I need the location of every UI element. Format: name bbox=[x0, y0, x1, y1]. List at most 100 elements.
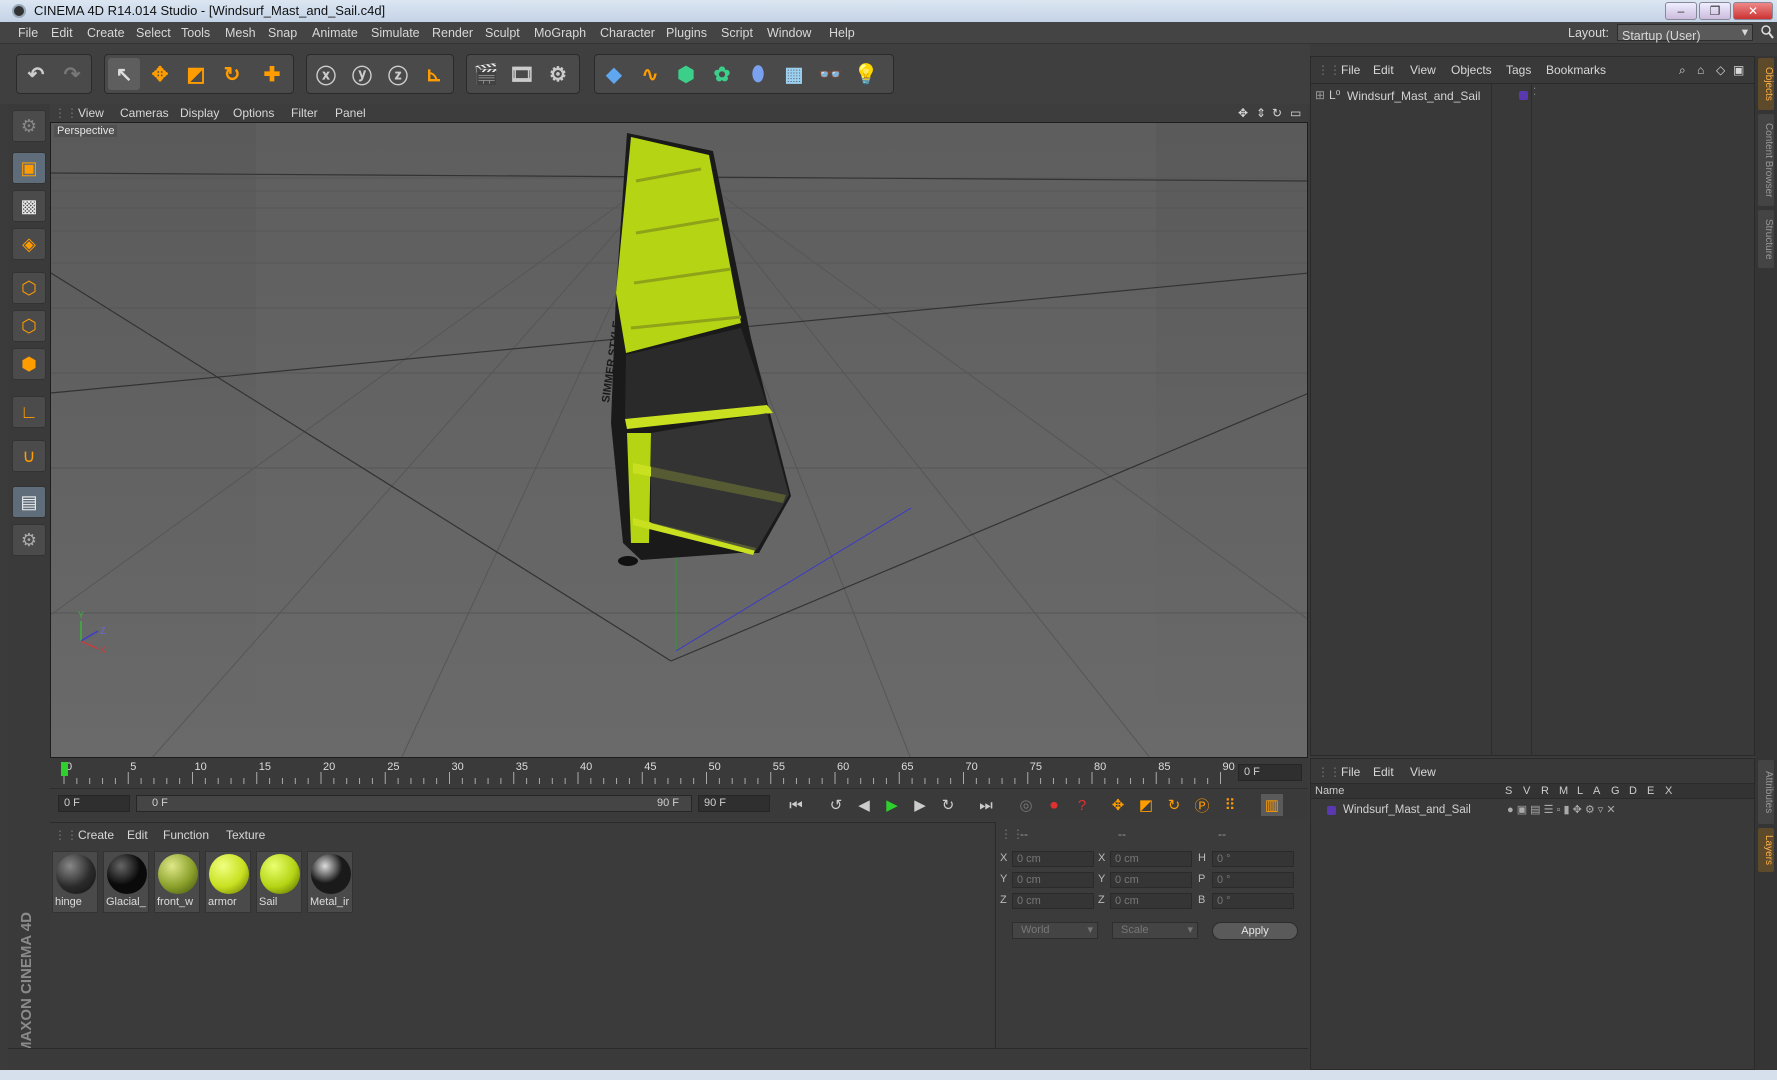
object-menu-view[interactable]: View bbox=[1410, 63, 1436, 77]
menu-mesh[interactable]: Mesh bbox=[225, 26, 256, 40]
size-y-field[interactable]: 0 cm bbox=[1110, 872, 1192, 888]
menu-character[interactable]: Character bbox=[600, 26, 655, 40]
size-z-field[interactable]: 0 cm bbox=[1110, 893, 1192, 909]
workplane-mode-icon[interactable]: ◈ bbox=[12, 228, 46, 260]
restore-button[interactable]: ❐ bbox=[1699, 2, 1731, 20]
material-menu-texture[interactable]: Texture bbox=[226, 828, 265, 842]
polygons-mode-icon[interactable]: ⬢ bbox=[12, 348, 46, 380]
menu-script[interactable]: Script bbox=[721, 26, 753, 40]
menu-tools[interactable]: Tools bbox=[181, 26, 210, 40]
move-icon[interactable]: ✥ bbox=[144, 58, 176, 90]
camera-icon[interactable]: 👓 bbox=[814, 58, 846, 90]
search-icon[interactable]: ⌕ bbox=[1679, 63, 1686, 78]
object-name[interactable]: Windsurf_Mast_and_Sail bbox=[1347, 89, 1480, 103]
menu-create[interactable]: Create bbox=[87, 26, 125, 40]
menu-simulate[interactable]: Simulate bbox=[371, 26, 420, 40]
x-axis-icon[interactable]: ⓧ bbox=[310, 58, 342, 90]
material-swatch[interactable]: front_w bbox=[154, 851, 200, 913]
object-menu-objects[interactable]: Objects bbox=[1451, 63, 1492, 77]
rot-b-field[interactable]: 0 ° bbox=[1212, 893, 1294, 909]
subdivision-surface-icon[interactable]: ⬢ bbox=[670, 58, 702, 90]
pan-view-icon[interactable]: ✥ bbox=[1238, 106, 1248, 120]
layer-menu-edit[interactable]: Edit bbox=[1373, 765, 1394, 779]
keyframe-selection-icon[interactable]: ? bbox=[1071, 794, 1093, 816]
menu-animate[interactable]: Animate bbox=[312, 26, 358, 40]
layer-color-swatch[interactable] bbox=[1327, 806, 1336, 815]
frame-range-slider[interactable]: 0 F 90 F bbox=[136, 795, 692, 812]
snapping-icon[interactable]: ∪ bbox=[12, 440, 46, 472]
go-to-end-icon[interactable]: ⏭ bbox=[975, 794, 997, 816]
model-mode-icon[interactable]: ▣ bbox=[12, 152, 46, 184]
render-picture-viewer-icon[interactable]: 🎞 bbox=[506, 58, 538, 90]
pos-z-field[interactable]: 0 cm bbox=[1012, 893, 1094, 909]
go-to-next-key-icon[interactable]: ↻ bbox=[937, 794, 959, 816]
tab-structure[interactable]: Structure bbox=[1758, 210, 1774, 268]
redo-icon[interactable]: ↷ bbox=[56, 58, 88, 90]
layer-row[interactable]: Windsurf_Mast_and_Sail ● ▣ ▤ ☰ ▫ ▮ ✥ ⚙ ▿… bbox=[1315, 803, 1745, 819]
menu-mograph[interactable]: MoGraph bbox=[534, 26, 586, 40]
go-to-previous-key-icon[interactable]: ↺ bbox=[825, 794, 847, 816]
material-menu-edit[interactable]: Edit bbox=[127, 828, 148, 842]
perspective-viewport[interactable]: SIMMER STYLE Y Z X Perspective bbox=[50, 122, 1308, 758]
tab-content-browser[interactable]: Content Browser bbox=[1758, 114, 1774, 206]
object-menu-file[interactable]: File bbox=[1341, 63, 1360, 77]
home-icon[interactable]: ⌂ bbox=[1697, 63, 1704, 77]
material-swatch[interactable]: Metal_ir bbox=[307, 851, 353, 913]
viewport-menu-display[interactable]: Display bbox=[180, 106, 219, 120]
close-button[interactable]: ✕ bbox=[1733, 2, 1773, 20]
viewport-menu-filter[interactable]: Filter bbox=[291, 106, 318, 120]
timeline-ruler[interactable]: 0 5 10 15 20 25 30 35 40 45 50 55 60 65 70 75 80 85 90 0 F bbox=[50, 758, 1308, 788]
menu-window[interactable]: Window bbox=[767, 26, 811, 40]
material-swatch[interactable]: armor bbox=[205, 851, 251, 913]
expand-icon[interactable]: ⊞ bbox=[1315, 88, 1325, 102]
axis-mode-icon[interactable]: ∟ bbox=[12, 396, 46, 428]
layout-dropdown[interactable]: Startup (User) ▾ bbox=[1617, 24, 1753, 43]
material-swatch[interactable]: hinge bbox=[52, 851, 98, 913]
viewport-camera-label[interactable]: Perspective bbox=[54, 125, 118, 137]
pos-x-field[interactable]: 0 cm bbox=[1012, 851, 1094, 867]
layer-menu-file[interactable]: File bbox=[1341, 765, 1360, 779]
material-swatch[interactable]: Glacial_ bbox=[103, 851, 149, 913]
texture-mode-icon[interactable]: ▩ bbox=[12, 190, 46, 222]
go-to-start-icon[interactable]: ⏮ bbox=[785, 794, 807, 816]
menu-plugins[interactable]: Plugins bbox=[666, 26, 707, 40]
pos-y-field[interactable]: 0 cm bbox=[1012, 872, 1094, 888]
y-axis-icon[interactable]: ⓨ bbox=[346, 58, 378, 90]
layer-menu-view[interactable]: View bbox=[1410, 765, 1436, 779]
material-swatch[interactable]: Sail bbox=[256, 851, 302, 913]
rotate-view-icon[interactable]: ↻ bbox=[1272, 106, 1282, 120]
object-menu-tags[interactable]: Tags bbox=[1506, 63, 1531, 77]
cube-primitive-icon[interactable]: ◆ bbox=[598, 58, 630, 90]
key-point-level-icon[interactable]: ⠿ bbox=[1219, 794, 1241, 816]
make-editable-icon[interactable]: ⚙ bbox=[12, 110, 46, 142]
previous-frame-icon[interactable]: ◀ bbox=[853, 794, 875, 816]
menu-help[interactable]: Help bbox=[829, 26, 855, 40]
coordinate-system-icon[interactable]: ⊾ bbox=[418, 58, 450, 90]
rot-h-field[interactable]: 0 ° bbox=[1212, 851, 1294, 867]
collapse-icon[interactable]: ◇ bbox=[1716, 63, 1725, 77]
new-window-icon[interactable]: ▣ bbox=[1733, 63, 1744, 77]
mograph-cloner-icon[interactable]: ✿ bbox=[706, 58, 738, 90]
end-frame-field[interactable]: 90 F bbox=[698, 795, 770, 812]
viewport-menu-cameras[interactable]: Cameras bbox=[120, 106, 169, 120]
undo-icon[interactable]: ↶ bbox=[20, 58, 52, 90]
layer-toggle-icons[interactable]: ● ▣ ▤ ☰ ▫ ▮ ✥ ⚙ ▿ ✕ bbox=[1507, 803, 1616, 816]
next-frame-icon[interactable]: ▶ bbox=[909, 794, 931, 816]
menu-edit[interactable]: Edit bbox=[51, 26, 73, 40]
playhead-marker[interactable] bbox=[61, 762, 68, 776]
apply-button[interactable]: Apply bbox=[1212, 922, 1298, 940]
render-view-icon[interactable]: 🎬 bbox=[470, 58, 502, 90]
deformer-icon[interactable]: ⬮ bbox=[742, 58, 774, 90]
workplane-lock-icon[interactable]: ▤ bbox=[12, 486, 46, 518]
floor-scene-icon[interactable]: ▦ bbox=[778, 58, 810, 90]
maximize-view-icon[interactable]: ▭ bbox=[1290, 106, 1301, 120]
key-position-icon[interactable]: ✥ bbox=[1107, 794, 1129, 816]
visibility-dots-icon[interactable]: ⁚ bbox=[1533, 87, 1536, 98]
size-x-field[interactable]: 0 cm bbox=[1110, 851, 1192, 867]
key-parameter-icon[interactable]: Ⓟ bbox=[1191, 794, 1213, 816]
coordinate-mode-dropdown[interactable]: World ▾ bbox=[1012, 922, 1098, 939]
scale-icon[interactable]: ◩ bbox=[180, 58, 212, 90]
viewport-menu-view[interactable]: View bbox=[78, 106, 104, 120]
light-icon[interactable]: 💡 bbox=[850, 58, 882, 90]
start-frame-field[interactable]: 0 F bbox=[58, 795, 130, 812]
